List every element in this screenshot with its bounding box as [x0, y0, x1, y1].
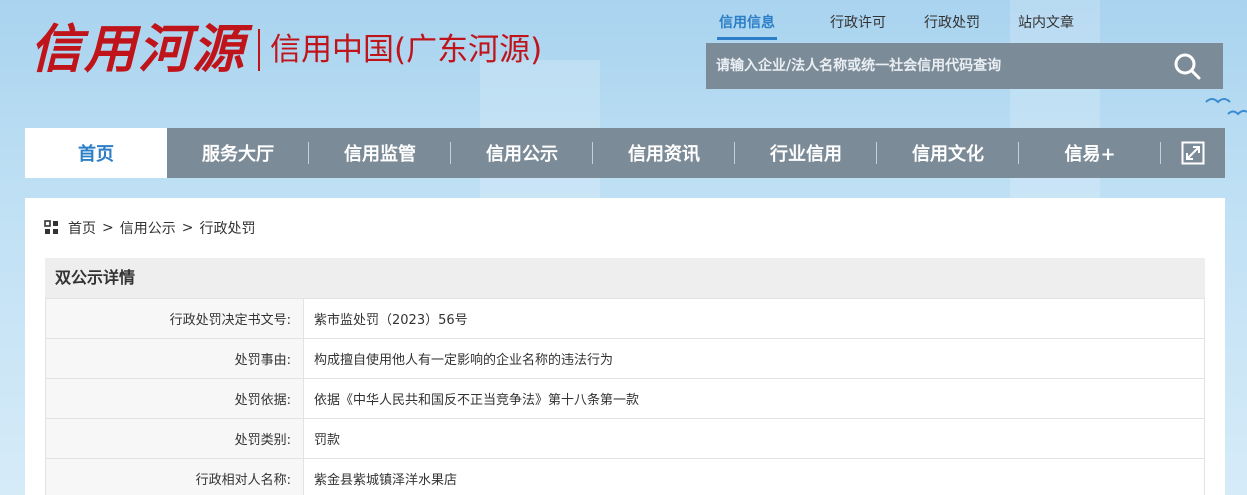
expand-icon — [1181, 141, 1205, 165]
top-link-credit-info[interactable]: 信用信息 — [717, 12, 777, 40]
detail-title: 双公示详情 — [45, 258, 1205, 298]
breadcrumb-admin-penalty[interactable]: 行政处罚 — [199, 218, 255, 238]
nav-credit-plus[interactable]: 信易+ — [1019, 128, 1161, 178]
detail-section: 双公示详情 行政处罚决定书文号: 紫市监处罚（2023）56号 处罚事由: 构成… — [45, 258, 1205, 495]
site-logo[interactable]: 信用河源 信用中国(广东河源) — [30, 14, 542, 86]
birds-decoration — [1202, 92, 1247, 126]
nav-credit-culture[interactable]: 信用文化 — [877, 128, 1019, 178]
top-link-admin-penalty[interactable]: 行政处罚 — [905, 12, 999, 40]
nav-credit-disclosure[interactable]: 信用公示 — [451, 128, 593, 178]
logo-main-text: 信用河源 — [30, 19, 247, 80]
row-label: 行政处罚决定书文号: — [45, 298, 304, 339]
top-links: 信用信息 行政许可 行政处罚 站内文章 — [700, 12, 1093, 40]
search-button[interactable] — [1151, 43, 1223, 89]
logo-divider — [258, 29, 261, 71]
row-label: 处罚类别: — [45, 418, 304, 459]
nav-service-hall[interactable]: 服务大厅 — [167, 128, 309, 178]
row-label: 处罚依据: — [45, 378, 304, 419]
breadcrumb-separator: > — [102, 220, 114, 236]
breadcrumb-credit-disclosure[interactable]: 信用公示 — [120, 218, 176, 238]
expand-button[interactable] — [1161, 128, 1225, 178]
breadcrumb-separator: > — [181, 220, 194, 236]
search-input[interactable] — [706, 43, 1151, 89]
logo-subtitle: 信用中国(广东河源) — [270, 31, 543, 68]
nav-credit-supervision[interactable]: 信用监管 — [309, 128, 451, 178]
nav-credit-news[interactable]: 信用资讯 — [593, 128, 735, 178]
breadcrumb: 首页 > 信用公示 > 行政处罚 — [44, 218, 255, 238]
row-value: 紫市监处罚（2023）56号 — [303, 298, 1205, 339]
row-value: 构成擅自使用他人有一定影响的企业名称的违法行为 — [303, 338, 1205, 379]
table-row: 处罚事由: 构成擅自使用他人有一定影响的企业名称的违法行为 — [45, 338, 1205, 379]
table-row: 处罚类别: 罚款 — [45, 418, 1205, 459]
row-value: 罚款 — [303, 418, 1205, 459]
top-link-admin-license[interactable]: 行政许可 — [811, 12, 905, 40]
search-icon — [1174, 53, 1201, 80]
detail-table: 行政处罚决定书文号: 紫市监处罚（2023）56号 处罚事由: 构成擅自使用他人… — [45, 298, 1205, 495]
breadcrumb-home[interactable]: 首页 — [68, 218, 96, 238]
row-label: 行政相对人名称: — [45, 458, 304, 495]
search-bar — [706, 43, 1223, 89]
content-panel: 首页 > 信用公示 > 行政处罚 双公示详情 行政处罚决定书文号: 紫市监处罚（… — [25, 198, 1225, 495]
grid-icon — [44, 220, 58, 234]
main-nav: 首页 服务大厅 信用监管 信用公示 信用资讯 行业信用 信用文化 信易+ — [25, 128, 1225, 178]
table-row: 行政相对人名称: 紫金县紫城镇泽洋水果店 — [45, 458, 1205, 495]
row-value: 依据《中华人民共和国反不正当竞争法》第十八条第一款 — [303, 378, 1205, 419]
row-value: 紫金县紫城镇泽洋水果店 — [303, 458, 1205, 495]
row-label: 处罚事由: — [45, 338, 304, 379]
nav-home[interactable]: 首页 — [25, 128, 167, 178]
top-link-site-articles[interactable]: 站内文章 — [999, 12, 1093, 40]
table-row: 行政处罚决定书文号: 紫市监处罚（2023）56号 — [45, 298, 1205, 339]
table-row: 处罚依据: 依据《中华人民共和国反不正当竞争法》第十八条第一款 — [45, 378, 1205, 419]
nav-industry-credit[interactable]: 行业信用 — [735, 128, 877, 178]
